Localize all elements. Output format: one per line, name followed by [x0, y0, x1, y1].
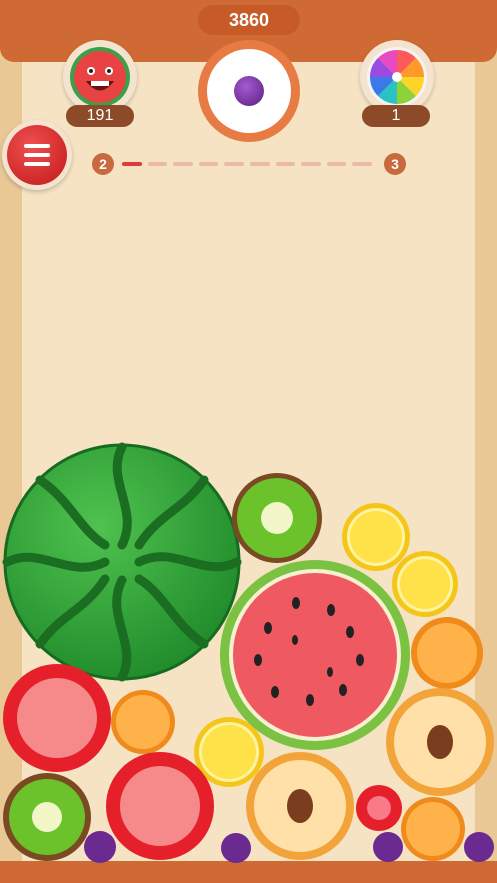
grape: [221, 833, 251, 863]
lemon-slice: [392, 551, 458, 617]
fruit-pile: [2, 442, 494, 863]
whole-watermelon: [2, 442, 242, 682]
lemon-slice: [342, 503, 410, 571]
orange-slice: [411, 617, 483, 689]
grape: [373, 832, 403, 862]
tomato-slice: [106, 752, 214, 860]
tomato-slice: [3, 664, 111, 772]
grape: [84, 831, 116, 863]
grape: [464, 832, 494, 862]
peach-slice: [246, 752, 354, 860]
kiwi-slice: [232, 473, 322, 563]
watermelon-slice: [220, 560, 410, 750]
peach-slice: [386, 688, 494, 796]
orange-slice: [111, 690, 175, 754]
kiwi-slice: [3, 773, 91, 861]
strawberry-slice: [356, 785, 402, 831]
orange-slice: [401, 797, 465, 861]
